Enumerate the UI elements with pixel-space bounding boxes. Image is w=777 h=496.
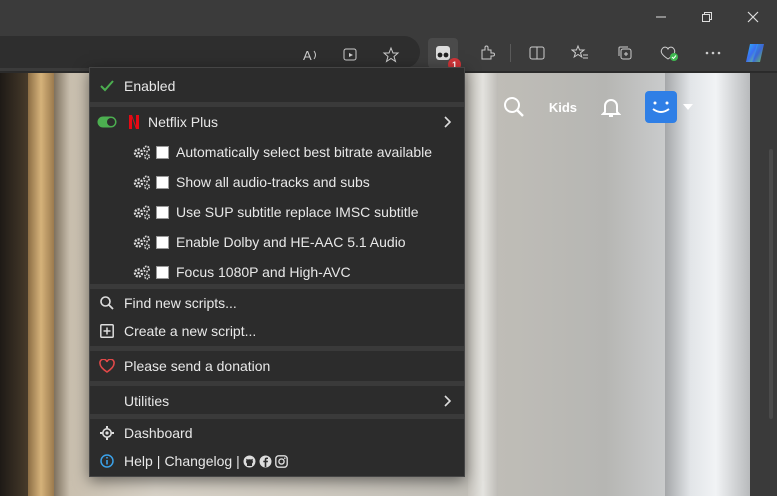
extensions-icon xyxy=(481,45,495,60)
split-screen-button[interactable] xyxy=(522,38,552,68)
extensions-button[interactable] xyxy=(472,38,502,68)
gears-icon xyxy=(128,144,156,160)
scrollbar-track-icon xyxy=(769,149,773,419)
instagram-icon[interactable] xyxy=(274,454,290,468)
option-checkbox[interactable] xyxy=(156,175,169,189)
script-option-item[interactable]: Enable Dolby and HE-AAC 5.1 Audio xyxy=(90,227,464,257)
read-aloud-icon: A xyxy=(303,48,316,63)
search-icon xyxy=(90,296,124,310)
copilot-button[interactable] xyxy=(740,38,770,68)
chevron-right-icon xyxy=(444,116,452,128)
more-options-button[interactable] xyxy=(698,38,728,68)
donation-label: Please send a donation xyxy=(124,358,271,374)
favorites-icon xyxy=(571,44,588,59)
script-name: Netflix Plus xyxy=(148,114,219,130)
smiley-face-icon xyxy=(652,101,670,113)
option-checkbox[interactable] xyxy=(156,145,169,159)
background-wall xyxy=(0,73,30,496)
chevron-right-icon xyxy=(444,395,452,407)
gears-icon xyxy=(128,174,156,190)
restore-button[interactable] xyxy=(684,0,730,34)
favorites-button[interactable] xyxy=(565,38,595,68)
script-option-item[interactable]: Use SUP subtitle replace IMSC subtitle xyxy=(90,197,464,227)
menu-item-create-script[interactable]: Create a new script... xyxy=(90,317,464,345)
browser-essentials-button[interactable] xyxy=(654,38,684,68)
option-checkbox[interactable] xyxy=(156,235,169,249)
option-label: Automatically select best bitrate availa… xyxy=(176,144,433,160)
collections-button[interactable] xyxy=(610,38,640,68)
menu-item-enabled[interactable]: Enabled xyxy=(90,69,464,102)
netflix-header: Kids xyxy=(503,91,693,123)
gears-icon xyxy=(128,234,156,250)
minimize-icon xyxy=(656,16,666,18)
menu-item-help: Help | Changelog | xyxy=(90,447,464,475)
avatar xyxy=(645,91,677,123)
tampermonkey-button[interactable]: 1 xyxy=(428,38,461,71)
search-icon[interactable] xyxy=(503,96,525,118)
script-option-item[interactable]: Focus 1080P and High-AVC xyxy=(90,257,464,287)
read-aloud-button[interactable]: A xyxy=(296,40,326,70)
profile-menu[interactable] xyxy=(645,91,693,123)
info-icon xyxy=(90,454,124,468)
menu-item-utilities[interactable]: Utilities xyxy=(90,386,464,416)
close-icon xyxy=(747,11,759,23)
option-label: Focus 1080P and High-AVC xyxy=(176,264,351,280)
toggle-on-icon[interactable] xyxy=(90,116,124,128)
add-favorite-button[interactable] xyxy=(376,40,406,70)
github-icon[interactable] xyxy=(242,455,258,468)
option-label: Show all audio-tracks and subs xyxy=(176,174,370,190)
background-pillar xyxy=(468,73,498,496)
script-option-item[interactable]: Automatically select best bitrate availa… xyxy=(90,137,464,167)
dashboard-label: Dashboard xyxy=(124,425,193,441)
changelog-link[interactable]: Changelog xyxy=(164,453,232,469)
gears-icon xyxy=(128,204,156,220)
create-script-label: Create a new script... xyxy=(124,323,257,339)
menu-item-donation[interactable]: Please send a donation xyxy=(90,351,464,381)
check-icon xyxy=(90,79,124,92)
title-bar xyxy=(0,0,777,34)
browser-essentials-icon xyxy=(660,46,678,61)
option-checkbox[interactable] xyxy=(156,265,169,279)
favorite-star-icon xyxy=(382,46,400,63)
minimize-button[interactable] xyxy=(638,0,684,34)
restore-icon xyxy=(702,12,712,22)
option-label: Use SUP subtitle replace IMSC subtitle xyxy=(176,204,419,220)
background-pillar xyxy=(28,73,54,496)
link-separator: | xyxy=(236,453,240,469)
menu-item-netflix-plus[interactable]: Netflix Plus xyxy=(90,107,464,137)
address-bar[interactable]: A xyxy=(0,36,420,68)
copilot-icon xyxy=(746,44,764,62)
gears-icon xyxy=(128,264,156,280)
help-link[interactable]: Help xyxy=(124,453,153,469)
close-window-button[interactable] xyxy=(730,0,776,34)
immersive-reader-button[interactable] xyxy=(336,40,366,70)
utilities-label: Utilities xyxy=(124,393,170,409)
immersive-reader-icon xyxy=(343,48,357,61)
page-scrollbar[interactable] xyxy=(767,149,775,419)
link-separator: | xyxy=(156,453,161,469)
toolbar-divider xyxy=(510,44,511,62)
find-scripts-label: Find new scripts... xyxy=(124,295,237,311)
facebook-icon[interactable] xyxy=(258,455,274,468)
option-label: Enable Dolby and HE-AAC 5.1 Audio xyxy=(176,234,406,250)
menu-item-dashboard[interactable]: Dashboard xyxy=(90,419,464,447)
more-icon xyxy=(705,51,721,55)
collections-icon xyxy=(618,46,632,60)
kids-link[interactable]: Kids xyxy=(549,100,577,115)
script-option-item[interactable]: Show all audio-tracks and subs xyxy=(90,167,464,197)
background-window xyxy=(665,73,750,496)
gear-icon xyxy=(90,426,124,440)
tampermonkey-menu: Enabled Netflix Plus Automatically selec… xyxy=(89,67,465,477)
notification-bell-icon[interactable] xyxy=(601,96,621,118)
enabled-label: Enabled xyxy=(124,77,176,94)
tampermonkey-icon xyxy=(436,46,450,60)
heart-icon xyxy=(90,359,124,373)
svg-text:A: A xyxy=(303,48,312,63)
split-screen-icon xyxy=(529,46,545,60)
option-checkbox[interactable] xyxy=(156,205,169,219)
caret-down-icon xyxy=(683,104,693,110)
netflix-logo-icon xyxy=(124,114,144,130)
menu-item-find-scripts[interactable]: Find new scripts... xyxy=(90,289,464,317)
plus-square-icon xyxy=(90,324,124,338)
